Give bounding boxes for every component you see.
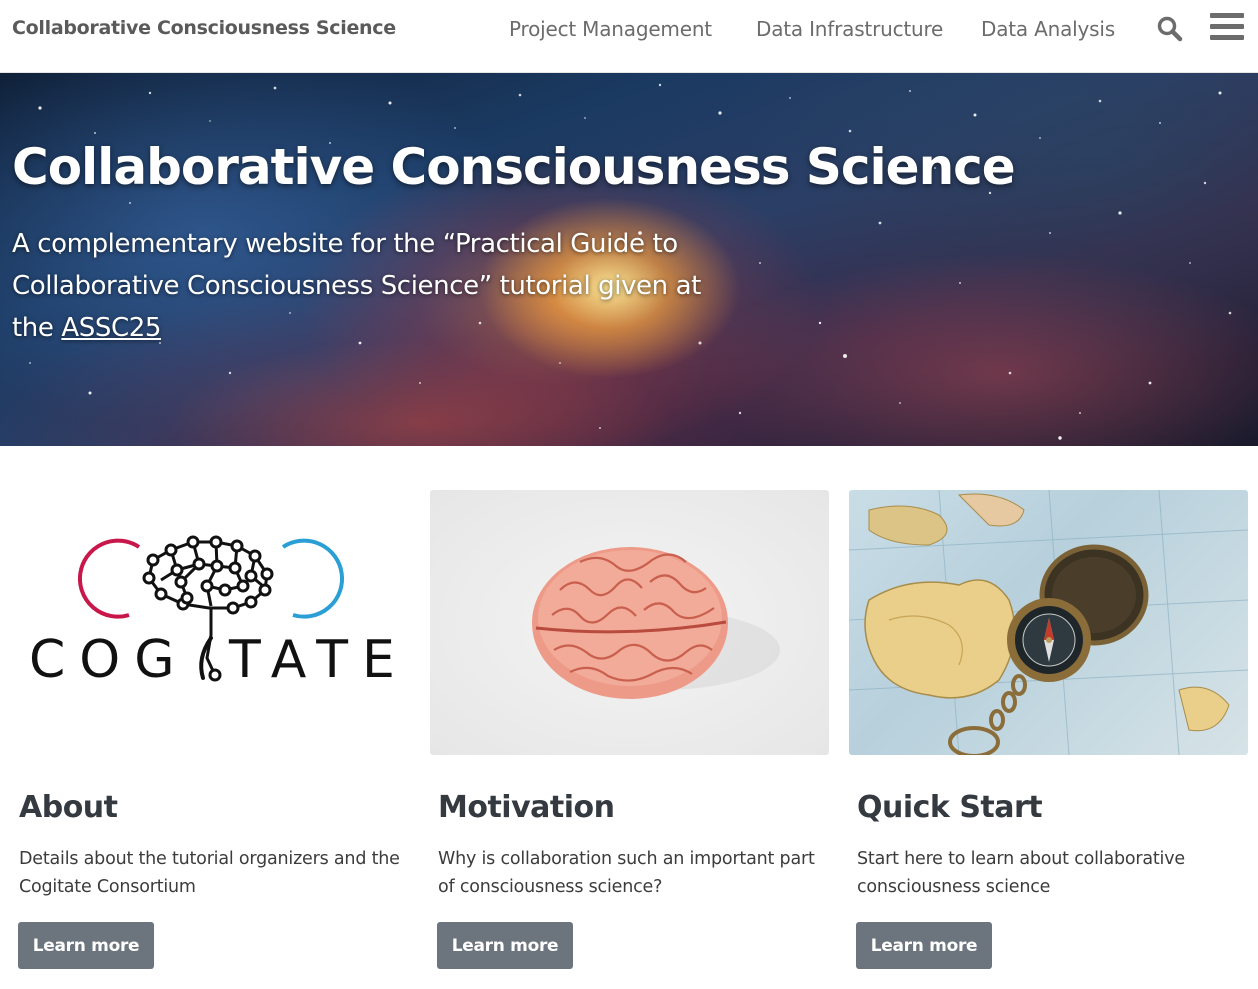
hero-subtitle: A complementary website for the “Practic… — [12, 223, 732, 349]
top-navbar: Collaborative Consciousness Science Proj… — [0, 0, 1258, 73]
quick-start-title: Quick Start — [857, 790, 1043, 825]
search-icon[interactable] — [1157, 16, 1183, 42]
motivation-title: Motivation — [438, 790, 615, 825]
hamburger-menu-icon[interactable] — [1210, 13, 1244, 43]
about-learn-more-button[interactable]: Learn more — [18, 922, 154, 969]
hero-title: Collaborative Consciousness Science — [12, 138, 1016, 196]
nav-link-project-management[interactable]: Project Management — [509, 17, 712, 41]
quick-start-learn-more-button[interactable]: Learn more — [856, 922, 992, 969]
about-title: About — [19, 790, 118, 825]
motivation-description: Why is collaboration such an important p… — [438, 849, 815, 897]
cogitate-logo-text-left: COG — [29, 630, 189, 690]
cogitate-logo-text-right: TATE — [228, 630, 409, 690]
about-description: Details about the tutorial organizers an… — [19, 849, 400, 897]
map-compass-photo — [849, 490, 1248, 755]
brain-photo — [430, 490, 829, 755]
nav-link-data-analysis[interactable]: Data Analysis — [981, 17, 1115, 41]
site-brand-link[interactable]: Collaborative Consciousness Science — [12, 17, 396, 39]
hero-banner: Collaborative Consciousness Science A co… — [0, 73, 1258, 446]
assc25-link[interactable]: ASSC25 — [61, 313, 161, 343]
cogitate-logo-image: COG TATE — [11, 490, 410, 755]
nav-link-data-infrastructure[interactable]: Data Infrastructure — [756, 17, 943, 41]
motivation-learn-more-button[interactable]: Learn more — [437, 922, 573, 969]
quick-start-description: Start here to learn about collaborative … — [857, 849, 1185, 897]
